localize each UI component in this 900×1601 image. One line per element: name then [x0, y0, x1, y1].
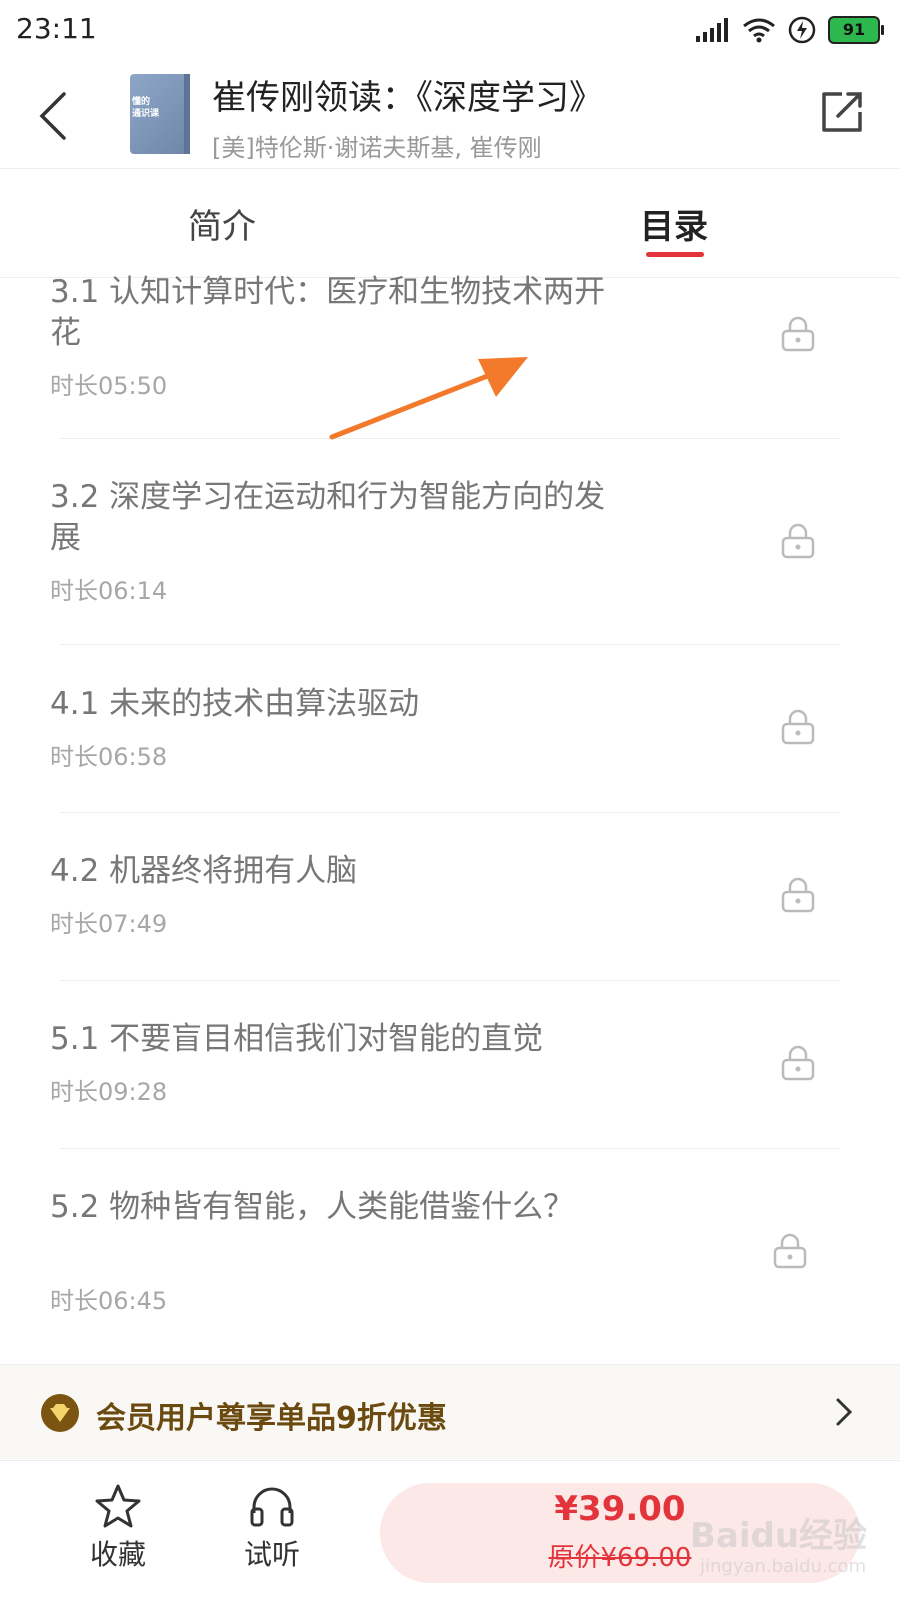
trial-listen-button[interactable]: 试听 — [222, 1483, 322, 1573]
lock-icon — [773, 1233, 807, 1269]
chapter-title: 5.1 不要盲目相信我们对智能的直觉 — [50, 1021, 544, 1057]
vip-text: 会员用户尊享单品9折优惠 — [96, 1401, 447, 1436]
chapter-item[interactable]: 5.1 不要盲目相信我们对智能的直觉 时长09:28 — [0, 981, 900, 1148]
chapter-title: 4.2 机器终将拥有人脑 — [50, 853, 358, 889]
watermark-sub: jingyan.baidu.com — [700, 1556, 867, 1577]
chapter-duration: 时长05:50 — [50, 372, 168, 400]
chapter-title: 4.1 未来的技术由算法驱动 — [50, 686, 420, 722]
chapter-title: 5.2 物种皆有智能，人类能借鉴什么？ — [50, 1189, 575, 1225]
page-title: 崔传刚领读：《深度学习》 — [212, 78, 603, 118]
chapter-item[interactable]: 4.2 机器终将拥有人脑 时长07:49 — [0, 813, 900, 980]
star-icon — [95, 1484, 141, 1528]
chapter-duration: 时长06:45 — [50, 1287, 168, 1315]
listen-label: 试听 — [243, 1538, 300, 1571]
battery-indicator: 91 — [828, 16, 884, 44]
cover-text: 懂的 通识课 — [132, 97, 160, 119]
chapter-duration: 时长06:58 — [50, 743, 168, 771]
header: 懂的 通识课 崔传刚领读：《深度学习》 [美]特伦斯·谢诺夫斯基, 崔传刚 — [0, 60, 900, 169]
wifi-icon — [743, 18, 775, 43]
lock-icon — [781, 1045, 815, 1081]
vip-banner[interactable]: 会员用户尊享单品9折优惠 — [0, 1364, 900, 1459]
lock-icon — [781, 709, 815, 745]
status-bar: 23:11 91 — [0, 0, 900, 60]
chapter-title: 3.2 深度学习在运动和行为智能方向的发展 — [50, 479, 606, 556]
chapter-duration: 时长06:14 — [50, 577, 168, 605]
book-authors: [美]特伦斯·谢诺夫斯基, 崔传刚 — [212, 134, 542, 162]
favorite-button[interactable]: 收藏 — [68, 1483, 168, 1573]
share-icon[interactable] — [818, 88, 866, 136]
chapter-duration: 时长07:49 — [50, 910, 168, 938]
tab-toc[interactable]: 目录 — [640, 199, 708, 248]
favorite-label: 收藏 — [89, 1538, 146, 1571]
lock-icon — [781, 523, 815, 559]
vip-diamond-icon — [41, 1394, 79, 1432]
signal-icon — [696, 18, 728, 42]
lock-icon — [781, 316, 815, 352]
headphones-icon — [250, 1487, 294, 1527]
charging-icon — [788, 16, 816, 44]
chapter-item[interactable]: 5.2 物种皆有智能，人类能借鉴什么？ 时长06:45 — [0, 1149, 900, 1359]
chapter-item[interactable]: 3.2 深度学习在运动和行为智能方向的发展 时长06:14 — [0, 439, 900, 644]
chapter-duration: 时长09:28 — [50, 1078, 168, 1106]
tab-intro[interactable]: 简介 — [188, 199, 256, 248]
book-cover: 懂的 通识课 — [130, 74, 190, 154]
back-icon[interactable] — [34, 88, 74, 144]
lock-icon — [781, 877, 815, 913]
active-tab-indicator — [646, 252, 704, 257]
status-icons: 91 — [696, 14, 884, 46]
watermark: Baidu经验 jingyan.baidu.com — [690, 1508, 890, 1588]
status-time: 23:11 — [16, 12, 97, 45]
annotation-arrow-icon — [329, 357, 528, 440]
chapter-item[interactable]: 4.1 未来的技术由算法驱动 时长06:58 — [0, 645, 900, 812]
chevron-right-icon — [836, 1398, 853, 1426]
watermark-main: Baidu经验 — [690, 1516, 868, 1556]
chapter-title: 3.1 认知计算时代：医疗和生物技术两开花 — [50, 274, 606, 351]
tab-bar: 简介 目录 — [0, 169, 900, 278]
